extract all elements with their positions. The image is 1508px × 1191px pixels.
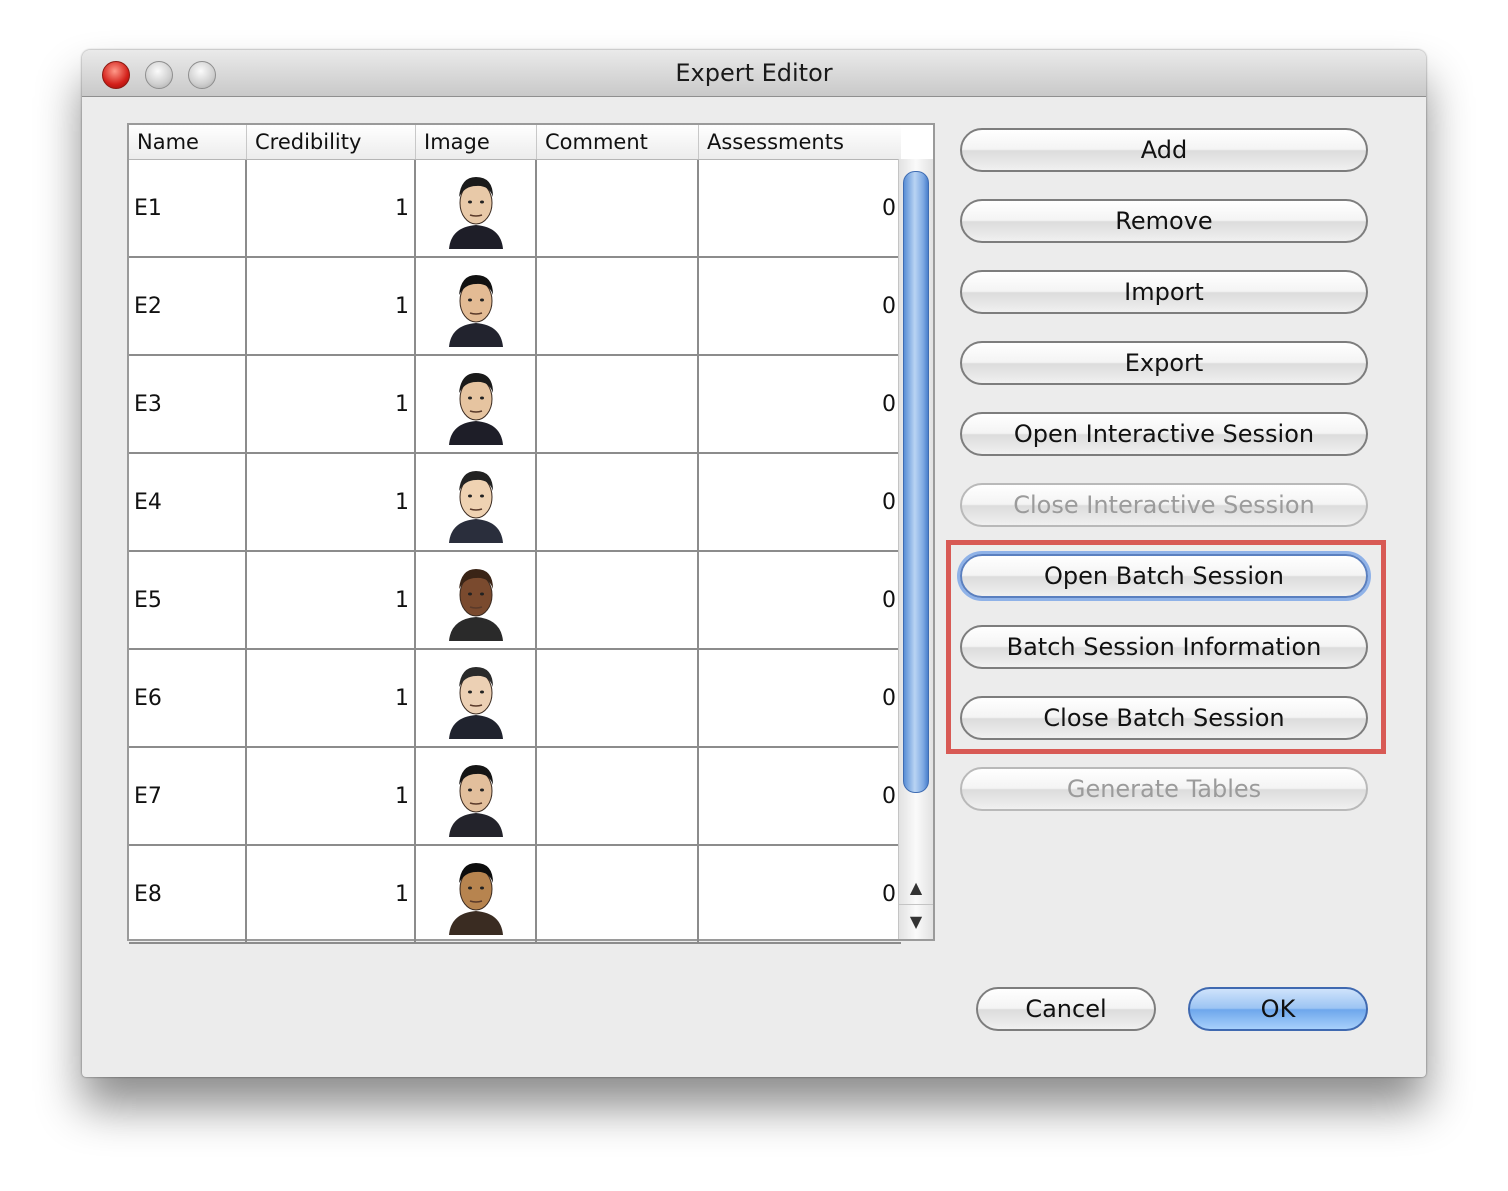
cell-comment[interactable] — [537, 650, 699, 746]
window-title: Expert Editor — [675, 59, 833, 87]
cell-assessments[interactable]: 0 — [699, 258, 901, 354]
scroll-down-arrow-icon[interactable]: ▼ — [899, 904, 933, 939]
vertical-scrollbar[interactable]: ▲ ▼ — [898, 159, 933, 939]
cell-assessments[interactable]: 0 — [699, 454, 901, 550]
cell-name[interactable]: E5 — [129, 552, 247, 648]
cell-name[interactable]: E6 — [129, 650, 247, 746]
expert-portrait-icon — [448, 569, 503, 641]
cell-name[interactable]: E3 — [129, 356, 247, 452]
cell-comment[interactable] — [537, 160, 699, 256]
open-interactive-session-button[interactable]: Open Interactive Session — [960, 412, 1368, 456]
expert-portrait-icon — [448, 863, 503, 935]
expert-portrait-icon — [448, 667, 503, 739]
cell-name[interactable]: E8 — [129, 846, 247, 942]
cell-assessments[interactable]: 0 — [699, 160, 901, 256]
column-header-assessments[interactable]: Assessments — [699, 125, 901, 159]
cell-credibility[interactable]: 1 — [247, 160, 416, 256]
expert-portrait-icon — [448, 275, 503, 347]
cell-comment[interactable] — [537, 552, 699, 648]
generate-tables-button[interactable]: Generate Tables — [960, 767, 1368, 811]
export-button[interactable]: Export — [960, 341, 1368, 385]
cell-image[interactable] — [416, 846, 537, 942]
cell-image[interactable] — [416, 552, 537, 648]
expert-portrait-icon — [448, 373, 503, 445]
scrollbar-thumb[interactable] — [903, 171, 929, 793]
cell-credibility[interactable]: 1 — [247, 552, 416, 648]
column-header-name[interactable]: Name — [129, 125, 247, 159]
cell-assessments[interactable]: 0 — [699, 748, 901, 844]
table-row[interactable]: E1 1 0 — [129, 160, 901, 258]
cell-name[interactable]: E4 — [129, 454, 247, 550]
cell-comment[interactable] — [537, 454, 699, 550]
expert-editor-window: Expert Editor Name Credibility Image Com… — [82, 50, 1426, 1077]
cell-credibility[interactable]: 1 — [247, 650, 416, 746]
cell-comment[interactable] — [537, 258, 699, 354]
title-bar: Expert Editor — [82, 50, 1426, 97]
cell-image[interactable] — [416, 160, 537, 256]
cell-comment[interactable] — [537, 356, 699, 452]
open-batch-session-button[interactable]: Open Batch Session — [960, 554, 1368, 598]
remove-button[interactable]: Remove — [960, 199, 1368, 243]
cell-image[interactable] — [416, 748, 537, 844]
table-row[interactable]: E6 1 0 — [129, 650, 901, 748]
table-row[interactable]: E8 1 0 — [129, 846, 901, 944]
table-row[interactable]: E7 1 0 — [129, 748, 901, 846]
cell-credibility[interactable]: 1 — [247, 748, 416, 844]
cell-credibility[interactable]: 1 — [247, 356, 416, 452]
cancel-button[interactable]: Cancel — [976, 987, 1156, 1031]
cell-assessments[interactable]: 0 — [699, 356, 901, 452]
batch-session-information-button[interactable]: Batch Session Information — [960, 625, 1368, 669]
cell-name[interactable]: E7 — [129, 748, 247, 844]
table-header: Name Credibility Image Comment Assessmen… — [129, 125, 901, 160]
column-header-credibility[interactable]: Credibility — [247, 125, 416, 159]
cell-image[interactable] — [416, 650, 537, 746]
cell-image[interactable] — [416, 454, 537, 550]
cell-assessments[interactable]: 0 — [699, 846, 901, 942]
cell-assessments[interactable]: 0 — [699, 552, 901, 648]
table-row[interactable]: E3 1 0 — [129, 356, 901, 454]
cell-name[interactable]: E1 — [129, 160, 247, 256]
expert-portrait-icon — [448, 471, 503, 543]
cell-name[interactable]: E2 — [129, 258, 247, 354]
cell-credibility[interactable]: 1 — [247, 454, 416, 550]
column-header-comment[interactable]: Comment — [537, 125, 699, 159]
ok-button[interactable]: OK — [1188, 987, 1368, 1031]
cell-comment[interactable] — [537, 846, 699, 942]
add-button[interactable]: Add — [960, 128, 1368, 172]
table-body: E1 1 0 E2 1 0 E3 1 0 E4 1 0 E5 1 0 E6 1 0 E7 1 0 E8 1 0 — [129, 160, 901, 944]
expert-portrait-icon — [448, 765, 503, 837]
cell-assessments[interactable]: 0 — [699, 650, 901, 746]
cell-credibility[interactable]: 1 — [247, 258, 416, 354]
table-row[interactable]: E2 1 0 — [129, 258, 901, 356]
cell-image[interactable] — [416, 356, 537, 452]
table-row[interactable]: E5 1 0 — [129, 552, 901, 650]
experts-table: Name Credibility Image Comment Assessmen… — [127, 123, 935, 944]
table-row[interactable]: E4 1 0 — [129, 454, 901, 552]
import-button[interactable]: Import — [960, 270, 1368, 314]
scroll-up-arrow-icon[interactable]: ▲ — [899, 871, 933, 905]
cell-credibility[interactable]: 1 — [247, 846, 416, 942]
column-header-image[interactable]: Image — [416, 125, 537, 159]
close-batch-session-button[interactable]: Close Batch Session — [960, 696, 1368, 740]
cell-comment[interactable] — [537, 748, 699, 844]
cell-image[interactable] — [416, 258, 537, 354]
close-interactive-session-button[interactable]: Close Interactive Session — [960, 483, 1368, 527]
expert-portrait-icon — [448, 177, 503, 249]
